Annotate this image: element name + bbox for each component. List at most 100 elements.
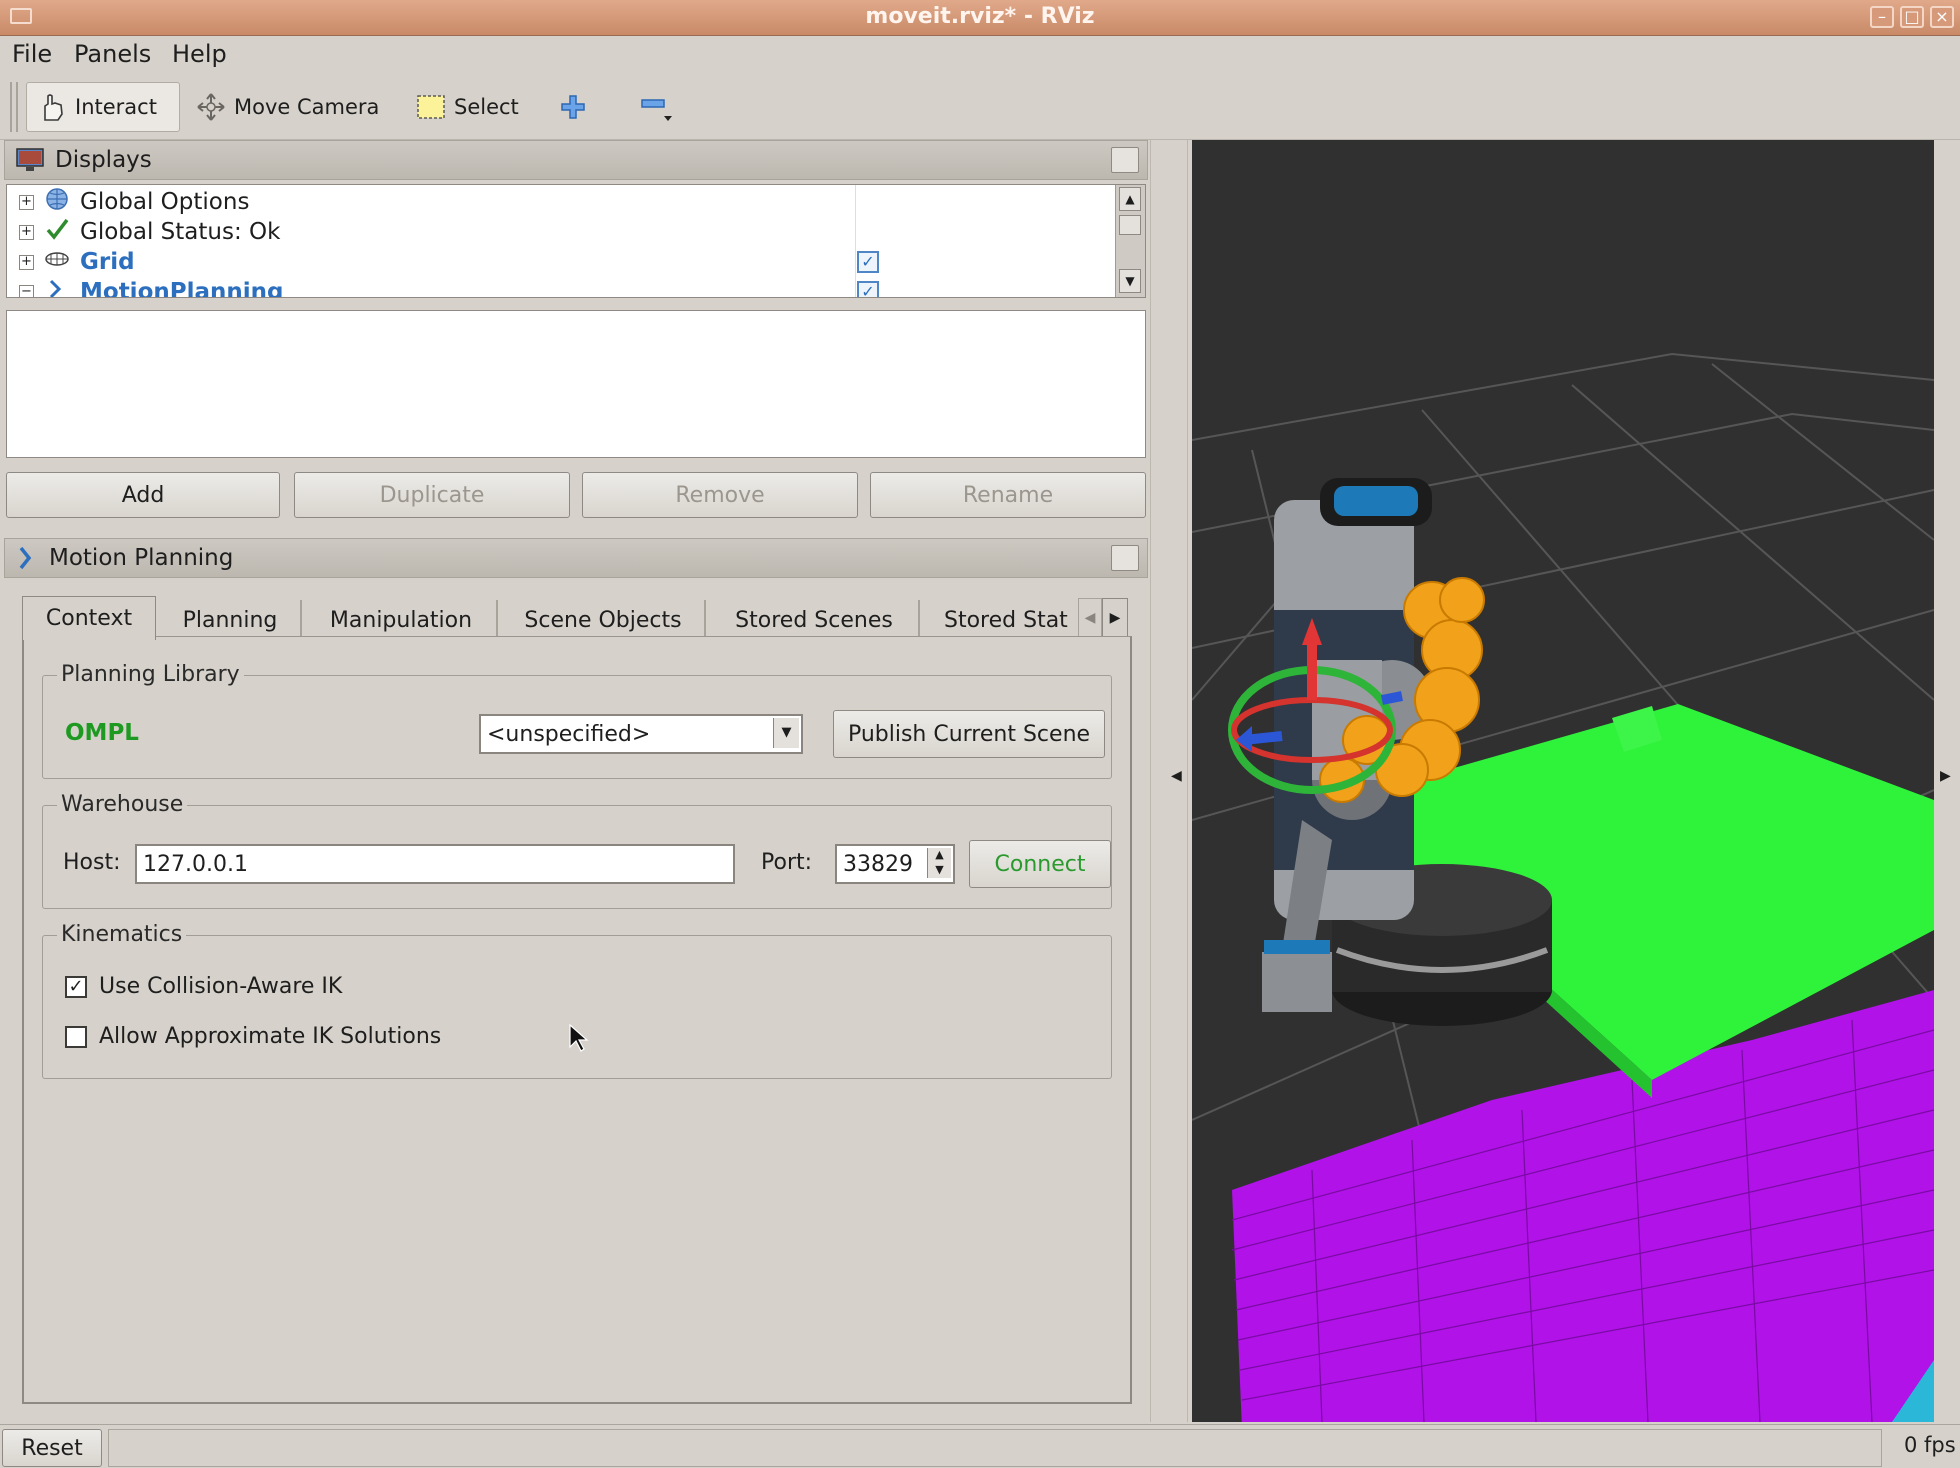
approximate-ik-checkbox[interactable] [65,1026,87,1048]
planning-library-group: Planning Library OMPL <unspecified> ▼ Pu… [42,662,1112,779]
tab-manipulation[interactable]: Manipulation [306,600,498,640]
expand-icon[interactable]: + [19,224,34,240]
grid-enabled-checkbox[interactable]: ✓ [857,251,879,273]
expand-icon[interactable]: − [19,284,34,297]
scroll-up-icon[interactable]: ▲ [1119,187,1141,211]
display-description-area [6,310,1146,458]
move-camera-label: Move Camera [234,95,380,119]
tab-scene-objects[interactable]: Scene Objects [502,600,706,640]
motion-planning-enabled-checkbox[interactable]: ✓ [857,281,879,297]
select-label: Select [454,95,519,119]
scroll-thumb[interactable] [1119,215,1141,235]
displays-scrollbar[interactable]: ▲ ▼ [1115,185,1145,297]
tree-item-motion-planning[interactable]: − MotionPlanning ✓ [7,277,1117,298]
tab-stored-states[interactable]: Stored Stat [924,600,1074,640]
tree-item-label: Global Options [80,189,250,215]
grid-icon [44,249,70,275]
expand-icon[interactable]: + [19,254,34,270]
mouse-cursor-icon [569,1023,589,1052]
fps-readout: 0 fps [1904,1433,1956,1457]
tree-item-label: Grid [80,249,135,275]
monitor-icon [16,148,44,171]
title-bar: moveit.rviz* - RViz – □ × [0,0,1960,36]
globe-icon [44,187,70,217]
chevron-down-icon: ▼ [773,718,799,748]
dock-float-button[interactable] [1111,147,1139,173]
collision-aware-ik-label: Use Collision-Aware IK [99,974,343,999]
menu-panels[interactable]: Panels [74,40,151,68]
displays-tree: + Global Options + Global Status: Ok + G… [6,184,1146,298]
expand-right-icon[interactable]: ▶ [1940,768,1951,784]
tree-item-global-options[interactable]: + Global Options [7,187,1117,217]
plus-icon [561,95,585,119]
port-label: Port: [761,850,813,875]
add-display-button[interactable]: Add [6,472,280,518]
scroll-down-icon[interactable]: ▼ [1119,269,1141,293]
host-label: Host: [63,850,121,875]
displays-title: Displays [55,147,152,173]
move-camera-icon [197,93,225,121]
interact-tool-button[interactable]: Interact [26,82,180,132]
collapse-left-icon[interactable]: ◀ [1171,768,1182,784]
toolbar-grip[interactable] [10,82,18,132]
duplicate-display-button[interactable]: Duplicate [294,472,570,518]
menu-help[interactable]: Help [172,40,227,68]
tab-context[interactable]: Context [22,596,156,640]
tree-item-grid[interactable]: + Grid ✓ [7,247,1117,277]
planner-select[interactable]: <unspecified> ▼ [479,714,803,754]
dock-float-button[interactable] [1111,545,1139,571]
planning-library-title: Planning Library [57,662,244,687]
tab-scroll-left-icon[interactable]: ◀ [1078,598,1102,638]
scene-render [1192,352,1934,1422]
port-stepper-value: 33829 [843,851,913,877]
toolbar: Interact Move Camera Select [0,74,1960,140]
collision-aware-ik-checkbox[interactable]: ✓ [65,976,87,998]
tree-item-global-status[interactable]: + Global Status: Ok [7,217,1117,247]
select-tool-button[interactable]: Select [406,82,529,132]
motion-planning-icon [19,546,32,570]
warehouse-group: Warehouse Host: 127.0.0.1 Port: 33829 ▲ ▼… [42,792,1112,909]
expand-icon[interactable]: + [19,194,34,210]
spin-arrows-icon[interactable]: ▲ ▼ [927,848,951,878]
approximate-ik-label: Allow Approximate IK Solutions [99,1024,442,1049]
tree-item-label: Global Status: Ok [80,219,281,245]
rename-display-button[interactable]: Rename [870,472,1146,518]
remove-tool-button[interactable] [628,82,684,132]
host-input[interactable]: 127.0.0.1 [135,844,735,884]
checkmark-icon [44,217,70,247]
hand-icon [44,94,63,121]
maximize-icon[interactable]: □ [1900,6,1924,28]
menu-file[interactable]: File [12,40,52,68]
panel-splitter[interactable]: ◀ [1150,140,1188,1422]
warehouse-title: Warehouse [57,792,188,817]
status-message-area [108,1429,1882,1467]
window-title: moveit.rviz* - RViz [865,4,1095,29]
close-icon[interactable]: × [1930,6,1954,28]
kinematics-title: Kinematics [57,922,187,947]
viewport-side-strip: ▶ [1934,140,1960,1422]
context-tab-pane: Planning Library OMPL <unspecified> ▼ Pu… [22,636,1132,1404]
3d-render-viewport[interactable] [1192,140,1934,1422]
port-stepper[interactable]: 33829 ▲ ▼ [835,844,955,884]
tab-scroll-right-icon[interactable]: ▶ [1102,598,1128,638]
motion-planning-title: Motion Planning [49,545,234,571]
displays-dock-title: Displays [4,140,1148,180]
menu-bar: File Panels Help [0,36,1960,74]
reset-button[interactable]: Reset [2,1429,102,1467]
status-bar: Reset 0 fps [0,1424,1960,1468]
interact-label: Interact [75,95,157,119]
minus-icon [641,99,672,121]
tree-item-label: MotionPlanning [80,279,284,298]
planning-library-name: OMPL [65,720,139,746]
motion-planning-dock-title: Motion Planning [4,538,1148,578]
add-tool-button[interactable] [548,82,598,132]
host-input-value: 127.0.0.1 [143,851,248,877]
minimize-icon[interactable]: – [1870,6,1894,28]
connect-button[interactable]: Connect [969,840,1111,888]
select-icon [417,95,445,119]
move-camera-tool-button[interactable]: Move Camera [186,82,389,132]
tab-stored-scenes[interactable]: Stored Scenes [710,600,920,640]
publish-current-scene-button[interactable]: Publish Current Scene [833,710,1105,758]
tab-planning[interactable]: Planning [160,600,302,640]
remove-display-button[interactable]: Remove [582,472,858,518]
